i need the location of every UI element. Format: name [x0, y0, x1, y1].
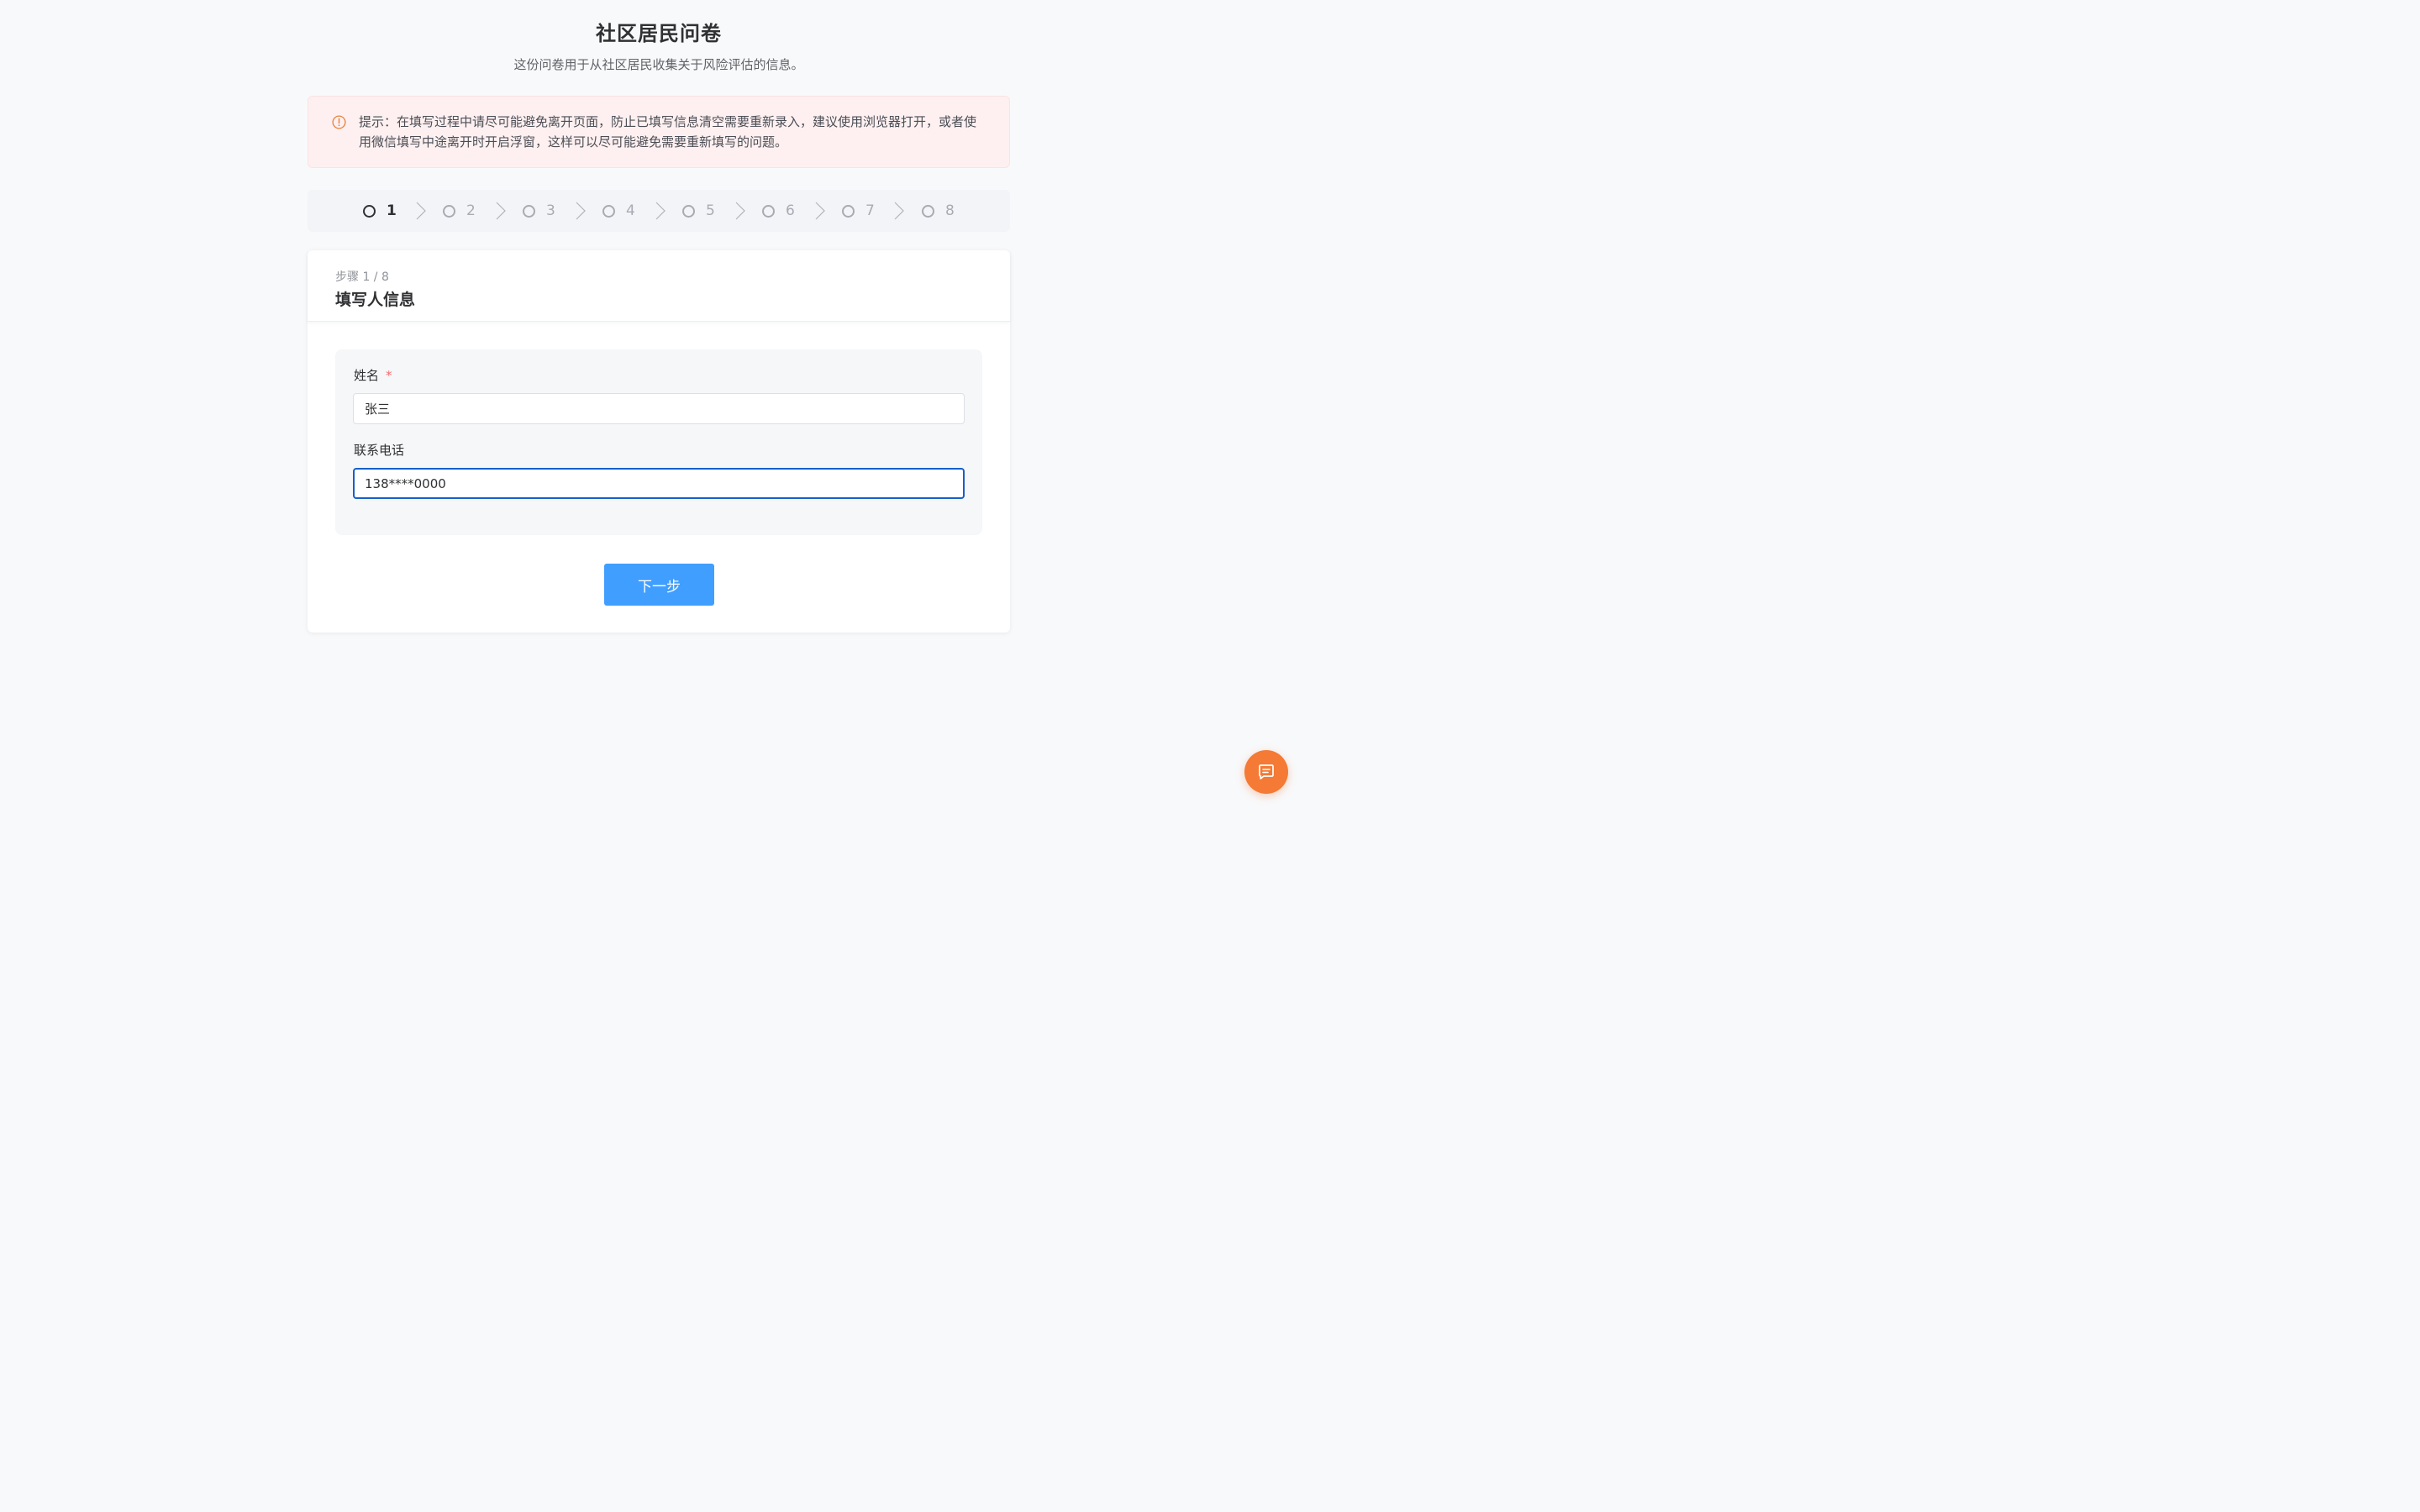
step-circle-icon — [443, 204, 455, 218]
chevron-right-icon — [894, 202, 904, 220]
phone-label: 联系电话 — [354, 443, 405, 458]
step-label: 4 — [626, 202, 635, 219]
chat-message-icon — [1259, 764, 1274, 780]
step-label: 8 — [945, 202, 955, 219]
next-step-button[interactable]: 下一步 — [604, 564, 714, 606]
chat-fab-button[interactable] — [1244, 750, 1288, 794]
section-title: 填写人信息 — [335, 291, 416, 309]
step-4[interactable]: 4 — [602, 190, 635, 232]
step-circle-icon — [523, 204, 535, 218]
step-progress: 1 2 3 4 5 6 7 8 — [308, 190, 1010, 232]
chevron-right-icon — [655, 202, 666, 220]
step-circle-icon — [363, 204, 376, 218]
step-label: 5 — [706, 202, 715, 219]
questionnaire-card: 步骤 1 / 8 填写人信息 姓名 * 联系电话 下一步 — [308, 250, 1010, 633]
notice-text: 提示：在填写过程中请尽可能避免离开页面，防止已填写信息清空需要重新录入，建议使用… — [359, 114, 977, 150]
step-circle-icon — [602, 204, 615, 218]
alert-circle-icon — [332, 115, 346, 129]
chevron-right-icon — [815, 202, 825, 220]
step-circle-icon — [922, 204, 934, 218]
name-label: 姓名 * — [354, 366, 392, 385]
step-circle-icon — [682, 204, 695, 218]
form-panel: 姓名 * 联系电话 — [335, 349, 982, 535]
chevron-right-icon — [735, 202, 745, 220]
name-input[interactable] — [353, 393, 965, 424]
step-6[interactable]: 6 — [762, 190, 795, 232]
required-mark: * — [386, 368, 392, 383]
step-8[interactable]: 8 — [922, 190, 955, 232]
phone-input[interactable] — [353, 468, 965, 499]
step-3[interactable]: 3 — [523, 190, 555, 232]
step-circle-icon — [842, 204, 855, 218]
step-5[interactable]: 5 — [682, 190, 715, 232]
step-label: 2 — [466, 202, 476, 219]
step-label: 3 — [546, 202, 555, 219]
step-7[interactable]: 7 — [842, 190, 875, 232]
name-label-text: 姓名 — [354, 368, 380, 383]
page-subtitle: 这份问卷用于从社区居民收集关于风险评估的信息。 — [513, 57, 804, 72]
step-circle-icon — [762, 204, 775, 218]
notice-alert: 提示：在填写过程中请尽可能避免离开页面，防止已填写信息清空需要重新录入，建议使用… — [308, 96, 1010, 168]
step-label: 6 — [786, 202, 795, 219]
chevron-right-icon — [416, 202, 426, 220]
page-title: 社区居民问卷 — [596, 22, 722, 45]
step-label: 7 — [865, 202, 875, 219]
card-header: 步骤 1 / 8 填写人信息 — [308, 250, 1010, 322]
step-label: 1 — [387, 202, 397, 219]
step-indicator: 步骤 1 / 8 — [335, 270, 389, 284]
chevron-right-icon — [496, 202, 506, 220]
step-2[interactable]: 2 — [443, 190, 476, 232]
chevron-right-icon — [576, 202, 586, 220]
step-1[interactable]: 1 — [363, 190, 397, 232]
